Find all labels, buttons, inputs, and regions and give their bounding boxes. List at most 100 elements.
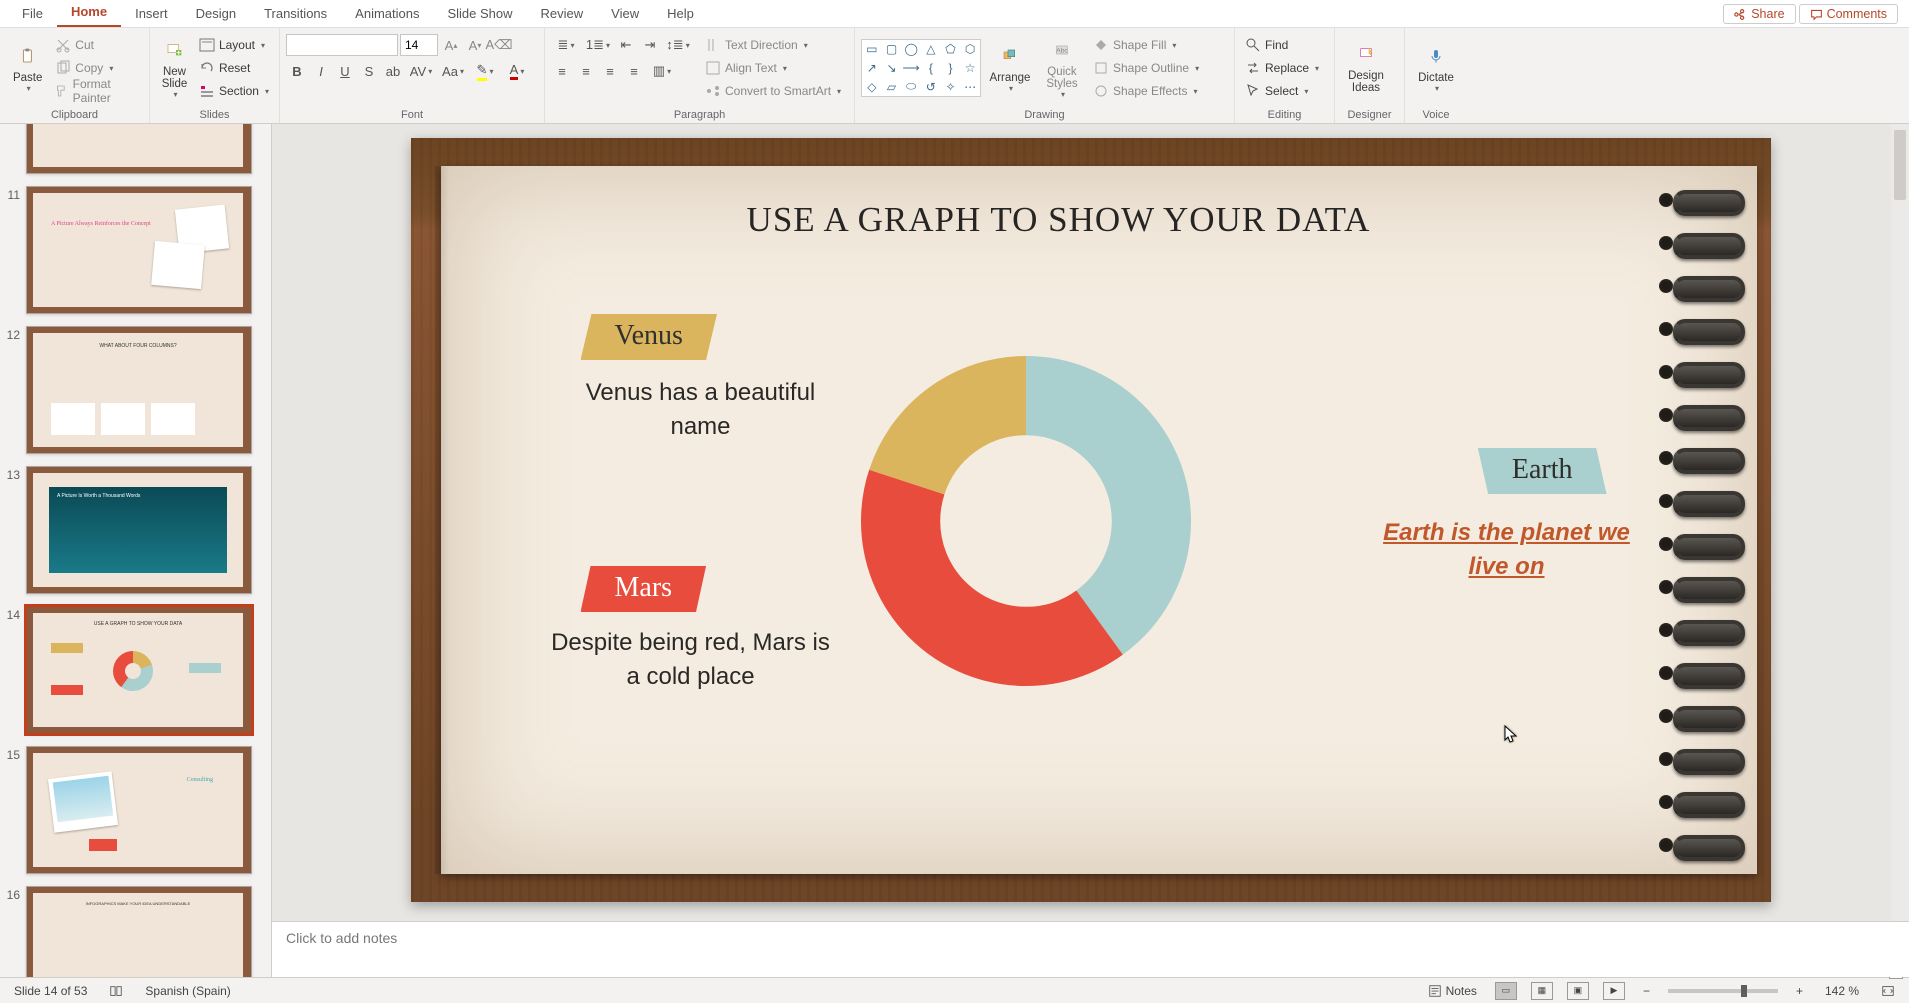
design-ideas-icon <box>1352 40 1380 68</box>
paste-icon <box>14 42 42 70</box>
reset-button[interactable]: Reset <box>195 57 273 79</box>
share-button[interactable]: Share <box>1723 4 1795 24</box>
section-icon <box>199 83 215 99</box>
font-name-input[interactable] <box>286 34 398 56</box>
venus-label-tape[interactable]: Venus <box>581 314 717 360</box>
reading-view-button[interactable]: ▣ <box>1567 982 1589 1000</box>
new-slide-icon <box>160 36 188 64</box>
line-spacing-button: ↕≣ <box>663 34 693 56</box>
outline-icon <box>1093 60 1109 76</box>
tab-animations[interactable]: Animations <box>341 2 433 27</box>
slide-thumbnail-panel[interactable]: 11 A Picture Always Reinforces the Conce… <box>0 124 272 977</box>
quick-styles-icon: Abc <box>1048 36 1076 64</box>
replace-icon <box>1245 60 1261 76</box>
tab-slideshow[interactable]: Slide Show <box>433 2 526 27</box>
copy-button: Copy <box>51 57 143 79</box>
group-label: Drawing <box>855 109 1234 121</box>
cut-button: Cut <box>51 34 143 56</box>
group-paragraph: ≣ 1≣ ⇤ ⇥ ↕≣ ≡ ≡ ≡ ≡ ▥ Text Direction Ali… <box>545 28 855 123</box>
slide-thumbnail[interactable]: A Picture Is Worth a Thousand Words <box>26 466 252 594</box>
align-right-button: ≡ <box>599 60 621 82</box>
find-button[interactable]: Find <box>1241 34 1328 56</box>
group-font: A▴ A▾ A⌫ B I U S ab AV Aa ✎ A Font <box>280 28 545 123</box>
comments-button[interactable]: Comments <box>1799 4 1898 24</box>
notes-toggle[interactable]: Notes <box>1424 984 1481 998</box>
notes-pane[interactable]: Click to add notes <box>272 921 1909 977</box>
workspace: 11 A Picture Always Reinforces the Conce… <box>0 124 1909 977</box>
slide-thumbnail[interactable]: INFOGRAPHICS MAKE YOUR IDEA UNDERSTANDAB… <box>26 886 252 977</box>
slide[interactable]: USE A GRAPH TO SHOW YOUR DATA Venus Venu… <box>411 138 1771 902</box>
mars-label-tape[interactable]: Mars <box>581 566 707 612</box>
tab-transitions[interactable]: Transitions <box>250 2 341 27</box>
bullets-button: ≣ <box>551 34 581 56</box>
vertical-scrollbar[interactable] <box>1891 124 1909 921</box>
italic-button: I <box>310 60 332 82</box>
slide-thumbnail[interactable]: WHAT ABOUT FOUR COLUMNS? <box>26 326 252 454</box>
language-button[interactable]: Spanish (Spain) <box>141 984 234 998</box>
clear-formatting-button: A⌫ <box>488 34 510 56</box>
venus-description[interactable]: Venus has a beautiful name <box>561 376 841 444</box>
slide-number: 13 <box>4 466 26 482</box>
text-direction-icon <box>705 37 721 53</box>
zoom-in-button[interactable]: + <box>1792 984 1807 998</box>
donut-chart[interactable] <box>861 356 1191 686</box>
group-label: Voice <box>1405 109 1467 121</box>
sorter-view-button[interactable]: ▦ <box>1531 982 1553 1000</box>
increase-font-button: A▴ <box>440 34 462 56</box>
tab-view[interactable]: View <box>597 2 653 27</box>
slideshow-view-button[interactable]: ▶ <box>1603 982 1625 1000</box>
slide-thumbnail[interactable]: Consulting <box>26 746 252 874</box>
char-spacing-button: AV <box>406 60 436 82</box>
smartart-icon <box>705 83 721 99</box>
tab-design[interactable]: Design <box>182 2 250 27</box>
notebook-background: USE A GRAPH TO SHOW YOUR DATA Venus Venu… <box>441 166 1757 874</box>
group-label: Slides <box>150 109 279 121</box>
layout-icon <box>199 37 215 53</box>
paste-button[interactable]: Paste <box>6 30 49 104</box>
normal-view-button[interactable]: ▭ <box>1495 982 1517 1000</box>
dictate-button[interactable]: Dictate <box>1411 30 1461 104</box>
section-button[interactable]: Section <box>195 80 273 102</box>
slide-thumbnail[interactable]: A Picture Always Reinforces the Concept <box>26 186 252 314</box>
fit-icon <box>1881 984 1895 998</box>
layout-button[interactable]: Layout <box>195 34 273 56</box>
design-ideas-button[interactable]: Design Ideas <box>1341 30 1391 104</box>
notebook-spiral <box>1667 166 1757 874</box>
zoom-slider[interactable] <box>1668 989 1778 993</box>
fit-to-window-button[interactable] <box>1877 984 1899 998</box>
share-icon <box>1734 8 1747 21</box>
slide-thumbnail[interactable] <box>26 124 252 174</box>
increase-indent-button: ⇥ <box>639 34 661 56</box>
select-button[interactable]: Select <box>1241 80 1328 102</box>
strikethrough-button: S <box>358 60 380 82</box>
spellcheck-button[interactable] <box>105 984 127 998</box>
tab-home[interactable]: Home <box>57 0 121 27</box>
mars-description[interactable]: Despite being red, Mars is a cold place <box>551 626 831 694</box>
zoom-level[interactable]: 142 % <box>1821 984 1863 998</box>
replace-button[interactable]: Replace <box>1241 57 1328 79</box>
ribbon: Paste Cut Copy Format Painter Clipboard … <box>0 28 1909 124</box>
arrange-button[interactable]: Arrange <box>985 30 1035 104</box>
new-slide-button[interactable]: New Slide <box>156 30 193 104</box>
slide-title[interactable]: USE A GRAPH TO SHOW YOUR DATA <box>441 200 1677 240</box>
slide-canvas-area[interactable]: USE A GRAPH TO SHOW YOUR DATA Venus Venu… <box>272 124 1909 921</box>
copy-icon <box>55 60 71 76</box>
columns-button: ▥ <box>647 60 677 82</box>
slide-thumbnail-selected[interactable]: USE A GRAPH TO SHOW YOUR DATA <box>26 606 252 734</box>
shadow-button: ab <box>382 60 404 82</box>
shapes-gallery[interactable]: ▭▢◯△⬠⬡ ↗↘⟶{}☆ ◇▱⬭↺✧⋯ <box>861 39 981 97</box>
tab-review[interactable]: Review <box>527 2 598 27</box>
fill-icon <box>1093 37 1109 53</box>
tab-file[interactable]: File <box>8 2 57 27</box>
tab-insert[interactable]: Insert <box>121 2 182 27</box>
quick-styles-button: Abc Quick Styles <box>1037 30 1087 104</box>
slide-counter[interactable]: Slide 14 of 53 <box>10 984 91 998</box>
align-center-button: ≡ <box>575 60 597 82</box>
zoom-out-button[interactable]: − <box>1639 984 1654 998</box>
earth-description-link[interactable]: Earth is the planet we live on <box>1367 516 1647 584</box>
tab-help[interactable]: Help <box>653 2 708 27</box>
effects-icon <box>1093 83 1109 99</box>
group-label: Font <box>280 109 544 121</box>
font-size-input[interactable] <box>400 34 438 56</box>
earth-label-tape[interactable]: Earth <box>1478 448 1607 494</box>
